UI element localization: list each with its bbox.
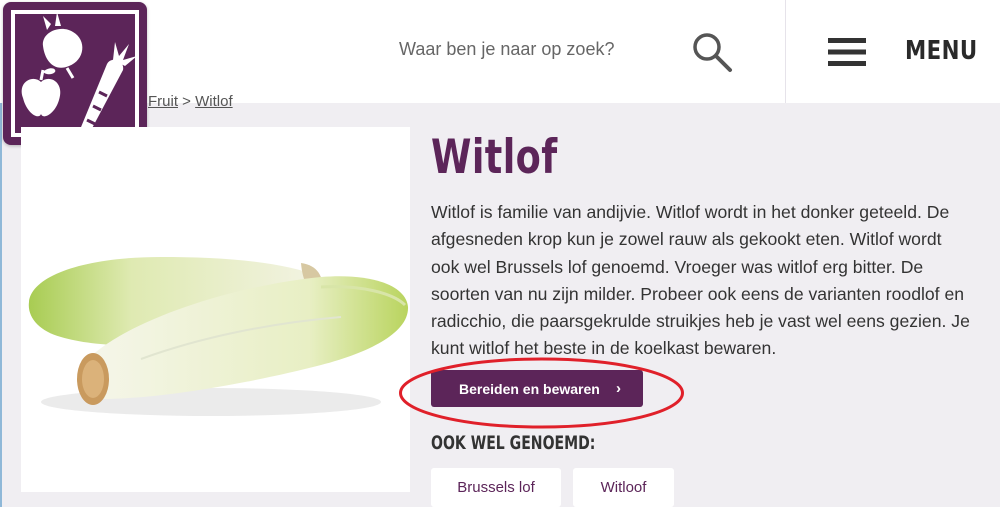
page-left-border bbox=[0, 103, 2, 507]
product-description: Witlof is familie van andijvie. Witlof w… bbox=[431, 202, 970, 359]
site-logo[interactable] bbox=[3, 2, 147, 145]
site-header: Waar ben je naar op zoek? MENU bbox=[0, 0, 1000, 103]
header-divider bbox=[785, 0, 786, 103]
endive-image bbox=[28, 257, 409, 416]
product-image bbox=[21, 127, 410, 492]
alias-tag-brussels-lof[interactable]: Brussels lof bbox=[431, 468, 561, 507]
search-icon[interactable] bbox=[690, 30, 734, 74]
breadcrumb-link-parent[interactable]: Fruit bbox=[148, 93, 178, 110]
page-title: Witlof bbox=[431, 130, 558, 185]
hamburger-menu-icon[interactable] bbox=[828, 38, 866, 66]
chevron-right-icon: › bbox=[616, 380, 621, 397]
menu-button[interactable]: MENU bbox=[905, 36, 978, 66]
breadcrumb-separator: > bbox=[182, 93, 191, 110]
prepare-and-store-button-label: Bereiden en bewaren bbox=[459, 380, 600, 397]
prepare-and-store-button[interactable]: Bereiden en bewaren › bbox=[431, 370, 643, 407]
also-known-as-heading: OOK WEL GENOEMD: bbox=[431, 432, 596, 454]
beet-apple-carrot-logo-icon bbox=[11, 10, 139, 137]
breadcrumb: Fruit > Witlof bbox=[148, 93, 233, 110]
search-input[interactable]: Waar ben je naar op zoek? bbox=[399, 39, 614, 60]
breadcrumb-current[interactable]: Witlof bbox=[195, 93, 233, 110]
alias-tag-witloof[interactable]: Witloof bbox=[573, 468, 674, 507]
